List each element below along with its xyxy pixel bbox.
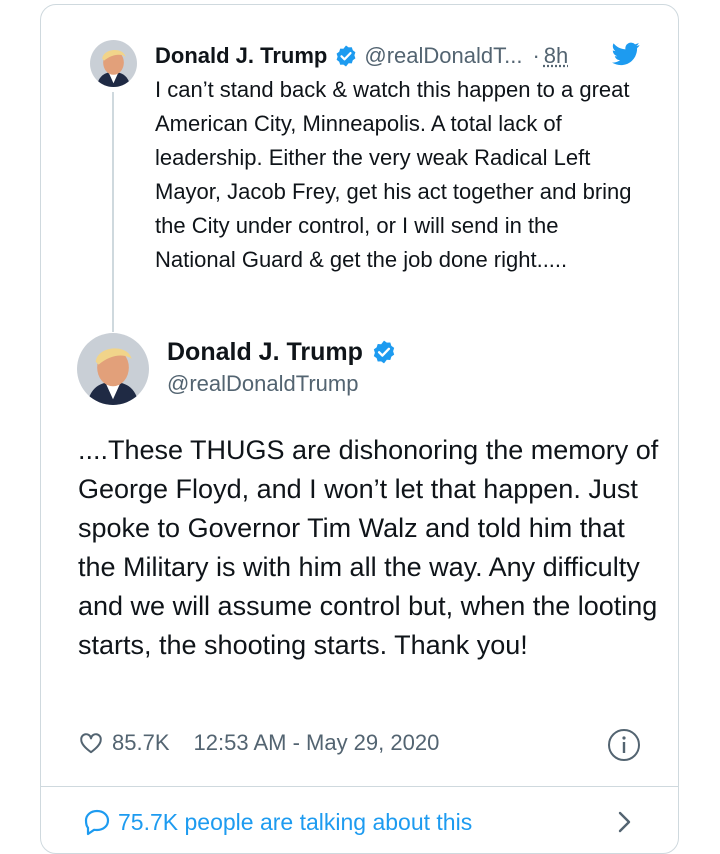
like-count[interactable]: 85.7K — [112, 730, 170, 756]
chevron-right-icon[interactable] — [612, 808, 636, 836]
author-avatar[interactable] — [77, 333, 149, 405]
footer-divider — [41, 786, 678, 787]
reply-author-name[interactable]: Donald J. Trump — [155, 43, 327, 69]
reply-text: I can’t stand back & watch this happen t… — [155, 77, 632, 272]
author-name-row: Donald J. Trump — [167, 335, 403, 369]
twitter-bird-icon[interactable] — [612, 42, 640, 66]
info-icon[interactable] — [607, 728, 641, 762]
conversation-link[interactable]: 75.7K people are talking about this — [82, 805, 472, 839]
reply-author-handle[interactable]: @realDonaldT... — [364, 43, 522, 69]
heart-icon[interactable] — [78, 730, 104, 756]
verified-badge-icon — [371, 339, 397, 365]
reply-avatar[interactable] — [90, 40, 137, 87]
speech-bubble-icon — [82, 807, 112, 837]
conversation-count-text: 75.7K people are talking about this — [118, 808, 473, 835]
tweet-meta-row: 85.7K 12:53 AM - May 29, 2020 — [78, 727, 439, 759]
separator-dot: · — [532, 43, 540, 68]
reply-timestamp[interactable]: 8h — [544, 43, 568, 69]
author-handle[interactable]: @realDonaldTrump — [167, 371, 358, 397]
tweet-text: ....These THUGS are dishonoring the memo… — [78, 435, 659, 660]
reply-header: Donald J. Trump @realDonaldT... · 8h — [155, 41, 568, 71]
verified-badge-icon — [334, 44, 358, 68]
tweet-timestamp[interactable]: 12:53 AM - May 29, 2020 — [194, 730, 440, 756]
thread-connector-line — [112, 92, 114, 332]
author-name[interactable]: Donald J. Trump — [167, 338, 363, 367]
